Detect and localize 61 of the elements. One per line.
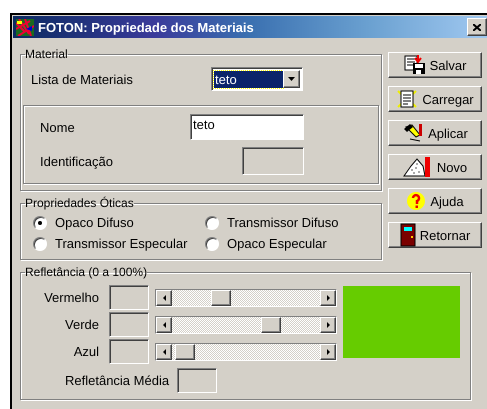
left-arrow-icon	[162, 322, 166, 328]
value-field	[109, 339, 149, 364]
radio-icon[interactable]	[205, 236, 219, 250]
action-button[interactable]: Retornar	[388, 222, 482, 248]
value-field	[109, 285, 149, 310]
action-button[interactable]: Salvar	[388, 52, 482, 78]
slider[interactable]	[155, 288, 337, 306]
combo-box[interactable]: teto	[211, 67, 303, 91]
right-arrow-icon	[326, 294, 330, 300]
action-button[interactable]: Novo	[388, 154, 482, 180]
caret-icon	[288, 77, 295, 81]
close-icon	[473, 24, 481, 30]
slider[interactable]	[155, 342, 337, 360]
radio-option[interactable]: Transmissor Difuso	[205, 215, 371, 230]
field-label: Nome	[40, 120, 76, 134]
window-title: FOTON: Propriedade dos Materiais	[38, 20, 254, 34]
right-arrow-icon	[326, 322, 330, 328]
radio-icon[interactable]	[205, 216, 219, 230]
scroll-right-button[interactable]	[320, 344, 336, 360]
scroll-left-button[interactable]	[156, 316, 172, 332]
radio-option[interactable]: Transmissor Especular	[33, 236, 205, 251]
dropdown-button[interactable]	[283, 70, 300, 88]
document-icon	[396, 89, 418, 109]
slider-thumb[interactable]	[210, 290, 231, 306]
door-icon	[400, 223, 416, 247]
left-arrow-icon	[162, 348, 166, 354]
value-field	[177, 368, 218, 393]
scroll-right-button[interactable]	[320, 290, 336, 306]
close-button[interactable]	[467, 18, 487, 36]
channel-label: Azul	[72, 344, 100, 359]
radio-icon[interactable]	[33, 216, 47, 230]
radio-option[interactable]: Opaco Especular	[205, 236, 371, 251]
group-title: Material	[25, 47, 68, 61]
slider-thumb[interactable]	[175, 344, 196, 360]
action-button[interactable]: Aplicar	[388, 120, 482, 146]
scroll-left-button[interactable]	[156, 344, 172, 360]
disk-icon	[404, 55, 426, 75]
input-field[interactable]: teto	[190, 114, 304, 140]
app-icon	[16, 18, 34, 36]
field-label: Lista de Materiais	[31, 72, 133, 86]
radio-option[interactable]: Opaco Difuso	[33, 215, 205, 230]
slider[interactable]	[155, 316, 337, 334]
input-field	[242, 147, 304, 175]
right-arrow-icon	[326, 348, 330, 354]
action-button[interactable]: Carregar	[388, 86, 482, 112]
group-title: Refletância (0 a 100%)	[25, 265, 148, 279]
field-label: Identificação	[40, 154, 114, 168]
mound-icon	[402, 156, 433, 178]
question-icon	[406, 191, 426, 211]
action-button[interactable]: Ajuda	[388, 188, 482, 214]
channel-label: Vermelho	[43, 290, 100, 305]
value-field	[109, 312, 149, 337]
field-label: Refletância Média	[65, 373, 170, 388]
hand-pen-icon	[402, 123, 424, 143]
channel-label: Verde	[64, 317, 100, 332]
group-title: Propriedades Óticas	[25, 196, 134, 210]
radio-icon[interactable]	[33, 236, 47, 250]
left-arrow-icon	[162, 294, 166, 300]
scroll-right-button[interactable]	[320, 316, 336, 332]
slider-thumb[interactable]	[261, 316, 282, 332]
scroll-left-button[interactable]	[156, 290, 172, 306]
